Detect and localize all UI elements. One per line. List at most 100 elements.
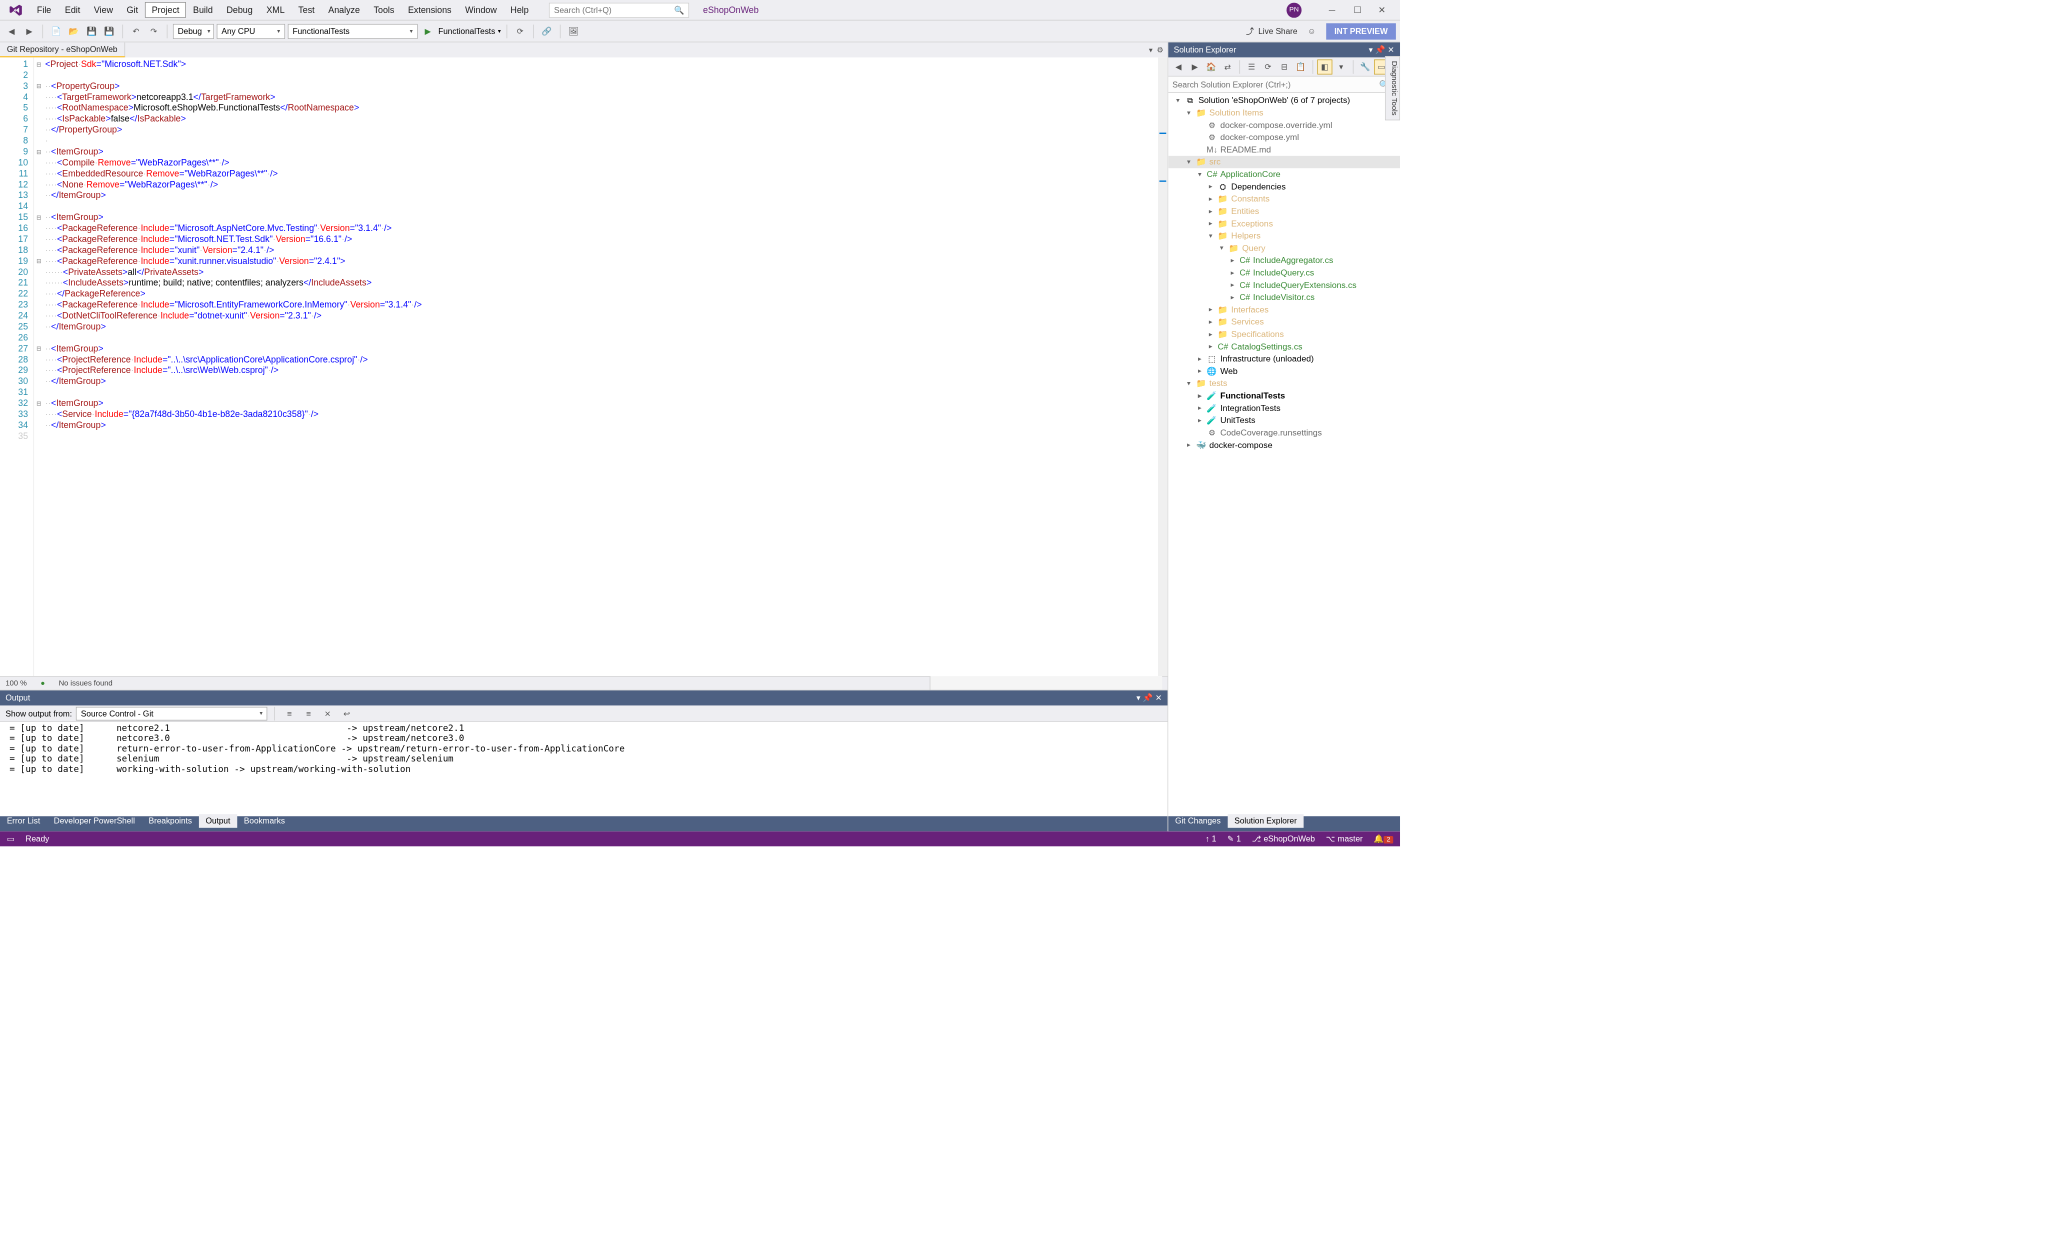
undo-icon[interactable]: ↶: [129, 24, 144, 39]
tree-item[interactable]: ▸⛭Dependencies: [1168, 180, 1400, 192]
menu-file[interactable]: File: [30, 2, 58, 18]
tree-item[interactable]: ▸📁Entities: [1168, 205, 1400, 217]
pin-icon[interactable]: 📌: [1143, 693, 1153, 703]
tree-item[interactable]: ▸C#IncludeAggregator.cs: [1168, 254, 1400, 266]
menu-project[interactable]: Project: [145, 2, 186, 18]
tree-item[interactable]: ▸C#CatalogSettings.cs: [1168, 340, 1400, 352]
se-pin-icon[interactable]: 📌: [1375, 45, 1385, 55]
tree-item[interactable]: M↓README.md: [1168, 144, 1400, 156]
zoom-level[interactable]: 100 %: [5, 679, 26, 687]
wrap-icon[interactable]: ↩: [339, 706, 354, 721]
tree-item[interactable]: ⚙docker-compose.yml: [1168, 131, 1400, 143]
bottom-tab-breakpoints[interactable]: Breakpoints: [142, 814, 199, 828]
new-project-icon[interactable]: 📄: [49, 24, 64, 39]
tree-item[interactable]: ▾📁src: [1168, 156, 1400, 168]
se-options-icon[interactable]: ▾: [1334, 59, 1349, 74]
pending-changes-icon[interactable]: ✎ 1: [1227, 834, 1241, 844]
output-source-dropdown[interactable]: Source Control - Git▾: [76, 707, 267, 721]
int-preview-badge[interactable]: INT PREVIEW: [1326, 23, 1396, 39]
close-icon[interactable]: ✕: [1378, 4, 1389, 15]
tree-item[interactable]: ▸⬚Infrastructure (unloaded): [1168, 353, 1400, 365]
start-target[interactable]: FunctionalTests: [438, 26, 495, 36]
commits-up-icon[interactable]: ↑ 1: [1205, 834, 1216, 844]
menu-extensions[interactable]: Extensions: [401, 2, 458, 18]
tree-item[interactable]: ▾📁tests: [1168, 377, 1400, 389]
issues-text[interactable]: No issues found: [59, 679, 113, 687]
feedback-icon[interactable]: ☺: [1304, 24, 1319, 39]
scroll-indicator[interactable]: [1158, 57, 1168, 676]
se-collapse-icon[interactable]: ⊟: [1277, 59, 1292, 74]
tree-item[interactable]: ▸📁Interfaces: [1168, 304, 1400, 316]
bottom-tab-bookmarks[interactable]: Bookmarks: [237, 814, 292, 828]
startup-dropdown[interactable]: FunctionalTests▾: [288, 24, 418, 39]
branch-indicator[interactable]: ⌥ master: [1326, 834, 1363, 844]
tree-item[interactable]: ⚙docker-compose.override.yml: [1168, 119, 1400, 131]
solution-explorer-search[interactable]: Search Solution Explorer (Ctrl+;) 🔍 ▾: [1168, 77, 1400, 93]
se-close-icon[interactable]: ✕: [1388, 45, 1395, 55]
se-properties-icon[interactable]: 🔧: [1358, 59, 1373, 74]
tree-item[interactable]: ▸🧪UnitTests: [1168, 414, 1400, 426]
tree-item[interactable]: ▸📁Constants: [1168, 193, 1400, 205]
se-preview-icon[interactable]: ◧: [1317, 59, 1332, 74]
menu-tools[interactable]: Tools: [367, 2, 401, 18]
se-showall-icon[interactable]: 📋: [1293, 59, 1308, 74]
bottom-tab-error-list[interactable]: Error List: [0, 814, 47, 828]
menu-git[interactable]: Git: [120, 2, 145, 18]
tree-item[interactable]: ▾C#ApplicationCore: [1168, 168, 1400, 180]
maximize-icon[interactable]: ☐: [1354, 4, 1365, 15]
clear-icon[interactable]: ⨯: [320, 706, 335, 721]
quick-search-input[interactable]: Search (Ctrl+Q) 🔍: [549, 2, 689, 17]
minimize-icon[interactable]: ─: [1329, 4, 1340, 15]
repo-indicator[interactable]: ⎇ eShopOnWeb: [1252, 834, 1315, 844]
tree-item[interactable]: ▸🧪FunctionalTests: [1168, 390, 1400, 402]
menu-debug[interactable]: Debug: [220, 2, 260, 18]
live-share-button[interactable]: ⤴Live Share: [1246, 25, 1298, 37]
redo-icon[interactable]: ↷: [146, 24, 161, 39]
tree-item[interactable]: ▸📁Specifications: [1168, 328, 1400, 340]
solution-name[interactable]: eShopOnWeb: [703, 5, 759, 15]
tree-item[interactable]: ▸📁Exceptions: [1168, 217, 1400, 229]
user-avatar[interactable]: PN: [1287, 2, 1302, 17]
bottom-tab-developer-powershell[interactable]: Developer PowerShell: [47, 814, 142, 828]
se-forward-icon[interactable]: ▶: [1187, 59, 1202, 74]
config-dropdown[interactable]: Debug▾: [173, 24, 214, 39]
doc-tab[interactable]: Git Repository - eShopOnWeb: [0, 42, 125, 56]
tree-item[interactable]: ▸📁Services: [1168, 316, 1400, 328]
tree-item[interactable]: ⚙CodeCoverage.runsettings: [1168, 427, 1400, 439]
tree-item[interactable]: ▸🧪IntegrationTests: [1168, 402, 1400, 414]
se-filter-icon[interactable]: ☰: [1244, 59, 1259, 74]
fold-column[interactable]: ⊟⊟⊟⊟⊟⊟⊟: [34, 57, 44, 676]
menu-test[interactable]: Test: [291, 2, 321, 18]
tree-item[interactable]: ▸C#IncludeQuery.cs: [1168, 267, 1400, 279]
forward-icon[interactable]: ▶: [22, 24, 37, 39]
se-dropdown-icon[interactable]: ▾: [1369, 45, 1373, 55]
output-dropdown-icon[interactable]: ▾: [1136, 693, 1140, 703]
tab-overflow-icon[interactable]: ▾: [1149, 45, 1153, 54]
se-sync-icon[interactable]: ⟳: [1261, 59, 1276, 74]
se-home-icon[interactable]: 🏠: [1204, 59, 1219, 74]
tree-item[interactable]: ▾📁Query: [1168, 242, 1400, 254]
output-text[interactable]: = [up to date] netcore2.1 -> upstream/ne…: [0, 722, 1168, 816]
right-tab-git-changes[interactable]: Git Changes: [1168, 814, 1227, 828]
solution-tree[interactable]: ▾⧉Solution 'eShopOnWeb' (6 of 7 projects…: [1168, 93, 1400, 816]
image-icon[interactable]: 🖼: [566, 24, 581, 39]
se-back-icon[interactable]: ◀: [1171, 59, 1186, 74]
indent-right-icon[interactable]: ≡: [301, 706, 316, 721]
back-icon[interactable]: ◀: [4, 24, 19, 39]
save-icon[interactable]: 💾: [84, 24, 99, 39]
menu-build[interactable]: Build: [186, 2, 219, 18]
tree-item[interactable]: ▾📁Solution Items: [1168, 107, 1400, 119]
bottom-tab-output[interactable]: Output: [199, 814, 237, 828]
diagnostic-tools-tab[interactable]: Diagnostic Tools: [1385, 56, 1400, 120]
indent-left-icon[interactable]: ≡: [282, 706, 297, 721]
tree-item[interactable]: ▸🐳docker-compose: [1168, 439, 1400, 451]
save-all-icon[interactable]: 💾: [102, 24, 117, 39]
right-tab-solution-explorer[interactable]: Solution Explorer: [1228, 814, 1304, 828]
menu-help[interactable]: Help: [504, 2, 536, 18]
menu-analyze[interactable]: Analyze: [321, 2, 366, 18]
tree-item[interactable]: ▸🌐Web: [1168, 365, 1400, 377]
start-debug-icon[interactable]: ▶: [420, 24, 435, 39]
notifications-icon[interactable]: 🔔2: [1374, 834, 1393, 844]
browser-link-icon[interactable]: 🔗: [539, 24, 554, 39]
platform-dropdown[interactable]: Any CPU▾: [217, 24, 285, 39]
